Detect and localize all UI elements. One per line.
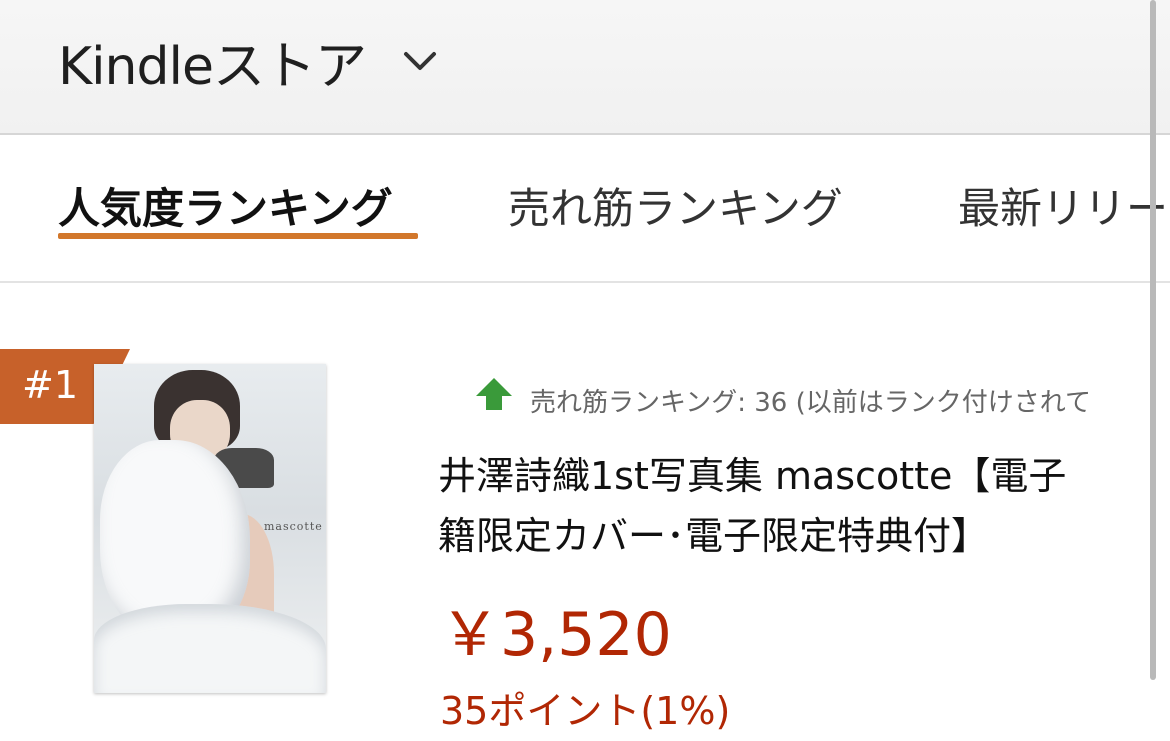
sales-ranking-text: 売れ筋ランキング: 36 (以前はランク付けされて: [530, 388, 1091, 418]
store-header: Kindleストア: [0, 0, 1170, 135]
tab-label: 最新リリー: [958, 184, 1169, 233]
product-price: ￥3,520: [440, 600, 672, 670]
up-arrow-icon: [476, 378, 512, 410]
cover-title-text: mascotte: [264, 520, 323, 533]
tab-label: 売れ筋ランキング: [508, 184, 843, 233]
product-title-line-1: 井澤詩織1st写真集 mascotte【電子: [438, 454, 1067, 498]
cover-sheet: [94, 604, 326, 693]
selected-tab-underline: [58, 233, 418, 239]
ranking-tabs: 人気度ランキング 売れ筋ランキング 最新リリー: [0, 135, 1170, 283]
product-points: 35ポイント(1%): [440, 689, 731, 733]
scroll-indicator[interactable]: [1150, 0, 1156, 680]
rank-number: #1: [22, 363, 79, 407]
store-selector-title[interactable]: Kindleストア: [58, 24, 367, 99]
chevron-down-icon[interactable]: [400, 40, 440, 80]
tab-new-releases[interactable]: 最新リリー: [958, 175, 1168, 236]
tab-bestseller-ranking[interactable]: 売れ筋ランキング: [508, 175, 843, 236]
kindle-store-page: Kindleストア 人気度ランキング 売れ筋ランキング 最新リリー #1 mas…: [0, 0, 1170, 741]
product-title-line-2: 籍限定カバー･電子限定特典付】: [438, 514, 990, 558]
tab-label: 人気度ランキング: [58, 184, 393, 233]
book-cover-image[interactable]: mascotte: [94, 364, 326, 693]
product-title-link[interactable]: 井澤詩織1st写真集 mascotte【電子 籍限定カバー･電子限定特典付】: [438, 446, 1170, 566]
tab-popularity-ranking[interactable]: 人気度ランキング: [58, 175, 418, 239]
